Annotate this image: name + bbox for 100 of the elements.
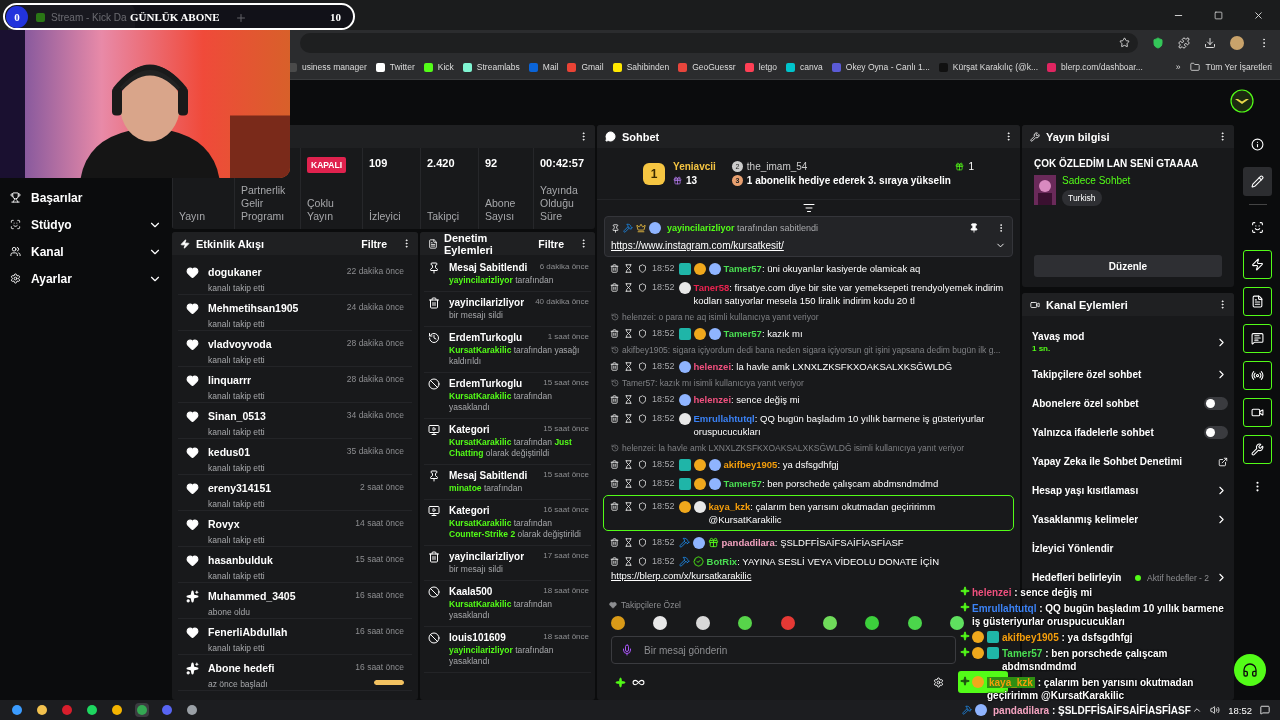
edit-button[interactable]: Düzenle	[1034, 255, 1222, 277]
stat-label: Partnerlik Gelir Programı	[241, 184, 287, 224]
event-name: FenerliAbdullah	[208, 626, 289, 638]
followers-only-label: Takipçilere Özel	[621, 600, 681, 610]
rank-badge: 1	[643, 162, 665, 185]
chat-message: Tamer57: ben porschede çalışcam abdmsndmdmd	[723, 477, 940, 490]
channel-action[interactable]: Yasaklanmış kelimeler	[1032, 505, 1228, 534]
message-time: 18:52	[652, 500, 675, 513]
pinned-by: yayincilarizliyor tarafından sabitlendi	[667, 223, 819, 233]
reply-context: akifbey1905: sigara içiyordum dedi bana neden sigara içiyorsun git işini yapsana dedim bugün ilk g...	[622, 345, 1001, 355]
message-time: 18:52	[652, 477, 675, 490]
goal-status: Aktif hedefler - 2	[1147, 572, 1209, 583]
category-name[interactable]: Sadece Sohbet	[1062, 175, 1131, 186]
action-title: Mesaj Sabitlendi	[449, 470, 529, 482]
action-detail: KursatKarakilic tarafından Counter-Strike 2 olarak değiştirildi	[449, 518, 582, 540]
action-title: yayincilarizliyor	[449, 297, 526, 309]
bookmark[interactable]: Kürşat Karakılıç (@k...	[938, 62, 1038, 72]
sidebar-item[interactable]: Kanal	[10, 238, 172, 265]
event-name: linquarrr	[208, 374, 253, 386]
bookmark[interactable]: Okey Oyna - Canlı 1...	[831, 62, 930, 72]
action-time: 6 dakika önce	[539, 262, 589, 273]
gifter-name: the_imam_54	[746, 161, 808, 172]
bookmark[interactable]: Gmail	[567, 62, 604, 72]
gift-count: 1	[968, 161, 974, 172]
event-name: Sinan_0513	[208, 410, 267, 422]
action-time: 15 saat önce	[543, 424, 589, 435]
event-name: Rovyx	[208, 518, 241, 530]
event-detail: kanalı takip etti	[208, 426, 266, 437]
event-detail: kanalı takip etti	[208, 534, 266, 545]
gifter-name: Yeniavcii	[673, 161, 716, 172]
chat-message: Tamer57: üni okuyanlar kasiyerde olamicak aq	[723, 262, 922, 275]
channel-action[interactable]: Hesap yaşı kısıtlaması	[1032, 476, 1228, 505]
more-bookmarks[interactable]: »	[1175, 62, 1181, 72]
event-name: dogukaner	[208, 266, 263, 278]
stat-label: Çoklu Yayın	[307, 197, 335, 224]
event-name: Abone hedefi	[208, 662, 276, 674]
channel-action[interactable]: Yalnızca ifadelerle sohbet	[1032, 418, 1228, 447]
all-bookmarks[interactable]: Tüm Yer İşaretleri	[1190, 62, 1272, 72]
action-time: 17 saat önce	[543, 551, 589, 562]
event-time: 2 saat önce	[360, 482, 404, 492]
bookmark[interactable]: canva	[786, 62, 823, 72]
action-detail: yayincilarizliyor tarafından yasaklandı	[449, 645, 555, 667]
event-detail: kanalı takip etti	[208, 282, 266, 293]
action-time: 18 saat önce	[543, 586, 589, 597]
language-tag: Turkish	[1062, 190, 1102, 206]
action-detail: yayincilarizliyor tarafından	[449, 275, 555, 286]
bookmark[interactable]: Streamlabs	[462, 62, 520, 72]
pinned-link[interactable]: https://www.instagram.com/kursatkesit/	[611, 240, 784, 251]
action-title: Mesaj Sabitlendi	[449, 262, 529, 274]
filter-link[interactable]: Filtre	[538, 237, 564, 250]
channel-action[interactable]: Abonelere özel sohbet	[1032, 389, 1228, 418]
bookmark[interactable]: letgo	[744, 62, 778, 72]
sidebar-item[interactable]: Ayarlar	[10, 265, 172, 292]
chat-message: Taner58: firsatye.com diye bir site var yemeksepeti trendyolyemek indirim kodları satıyorlar mesela 150 liralık indirim kodu 20 tl	[693, 281, 1005, 307]
message-time: 18:52	[652, 327, 675, 340]
message-time: 18:52	[652, 262, 675, 275]
stat-value: 2.420	[427, 157, 456, 171]
bookmark[interactable]: Sahibinden	[612, 62, 670, 72]
stat-label: Takipçi	[427, 210, 461, 224]
stream-title: ÇOK ÖZLEDİM LAN SENİ GTAAAA	[1034, 158, 1200, 169]
event-detail: kanalı takip etti	[208, 570, 266, 581]
chat-message: BotRix: YAYINA SESLİ VEYA VİDEOLU DONATE İÇİN	[706, 555, 940, 568]
action-detail: KursatKarakilic tarafından yasaklandı	[449, 599, 553, 621]
message-input[interactable]: Bir mesaj gönderin	[611, 636, 956, 664]
bookmark[interactable]: blerp.com/dashboar...	[1047, 62, 1143, 72]
bookmark[interactable]: Mail	[528, 62, 559, 72]
overlay-chat-message: kaya_kzk : çalarım ben yarısını okutmadan geçiririmm @KursatKarakilic	[987, 676, 1195, 702]
goal-target: 10	[330, 10, 341, 23]
stat-value: 92	[485, 157, 499, 171]
event-time: 22 dakika önce	[346, 266, 404, 276]
event-detail: kanalı takip etti	[208, 354, 266, 365]
channel-action[interactable]: Yavaş mod 1 sn.	[1032, 324, 1228, 360]
bookmark[interactable]: Twitter	[375, 62, 415, 72]
reply-context: Tamer57: kazık mı isimli kullanıcıya yanıt veriyor	[622, 378, 804, 388]
bookmark[interactable]: GeoGuessr	[678, 62, 736, 72]
overlay-chat-message: Tamer57 : ben porschede çalışcam abdmsndmdmd	[1002, 647, 1169, 673]
message-time: 18:52	[652, 393, 675, 406]
message-time: 18:52	[652, 458, 675, 471]
event-detail: kanalı takip etti	[208, 462, 266, 473]
event-name: kedus01	[208, 446, 252, 458]
channel-action[interactable]: İzleyici Yönlendir	[1032, 534, 1228, 563]
event-name: ereny314151	[208, 482, 273, 494]
action-title: ErdemTurkoglu	[449, 332, 524, 344]
stat-label: Abone Sayısı	[485, 197, 517, 224]
stat-label: Yayın	[179, 210, 207, 224]
stat-value: 00:42:57	[540, 157, 586, 171]
channel-action[interactable]: Yapay Zeka ile Sohbet Denetimi	[1032, 447, 1228, 476]
sidebar-item[interactable]: Stüdyo	[10, 211, 172, 238]
channel-action[interactable]: Takipçilere özel sohbet	[1032, 360, 1228, 389]
event-name: Muhammed_3405	[208, 590, 297, 602]
message-time: 18:52	[652, 360, 675, 373]
bookmark[interactable]: Kick	[423, 62, 454, 72]
event-detail: kanalı takip etti	[208, 642, 266, 653]
action-detail: KursatKarakilic tarafından yasaklandı	[449, 391, 553, 413]
action-time: 15 saat önce	[543, 470, 589, 481]
sidebar-item[interactable]: Başarılar	[10, 184, 172, 211]
message-link[interactable]: https://blerp.com/x/kursatkarakilic	[611, 570, 752, 581]
action-detail: bir mesajı sildi	[449, 310, 504, 321]
chat-message: helenzei: la havle amk LXNXLZKSFKXOAKSALXKSĞWLDĞ	[693, 360, 954, 373]
filter-link[interactable]: Filtre	[361, 237, 387, 250]
